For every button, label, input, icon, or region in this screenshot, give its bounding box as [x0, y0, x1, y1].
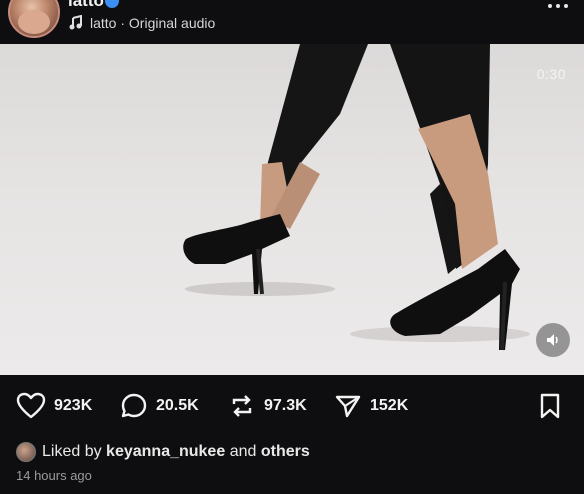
share-count: 152K [370, 397, 409, 414]
speaker-icon[interactable] [536, 323, 570, 357]
repost-button[interactable]: 97.3K [228, 391, 307, 421]
post-timestamp: 14 hours ago [16, 468, 92, 483]
liked-by-user[interactable]: keyanna_nukee [106, 443, 225, 460]
send-icon [335, 395, 361, 418]
username[interactable]: latto [68, 0, 104, 11]
repost-count: 97.3K [264, 397, 307, 414]
liked-by-prefix: Liked by [42, 443, 102, 460]
repost-icon [232, 395, 252, 417]
verified-badge-icon [105, 0, 119, 8]
profile-avatar[interactable] [8, 0, 60, 38]
video-frame [183, 44, 530, 351]
audio-label: latto · Original audio [90, 15, 216, 31]
more-options-icon[interactable] [548, 4, 568, 8]
liker-avatar [16, 442, 36, 462]
liked-by-row[interactable]: Liked by keyanna_nukee and others [16, 441, 310, 463]
like-count: 923K [54, 397, 93, 414]
audio-link[interactable]: latto · Original audio [68, 13, 215, 33]
like-button[interactable]: 923K [16, 391, 92, 421]
bookmark-icon [540, 393, 560, 419]
heart-icon [16, 392, 46, 419]
post-header: latto latto · Original audio [0, 0, 584, 44]
comment-bubble-icon [121, 393, 147, 418]
liked-by-middle: and [229, 443, 257, 460]
action-bar: 923K 20.5K 97.3K 152K [0, 375, 584, 439]
liked-by-others[interactable]: others [261, 443, 310, 460]
share-button[interactable]: 152K [334, 391, 408, 421]
comment-button[interactable]: 20.5K [120, 391, 199, 421]
video-player[interactable]: 0:30 [0, 44, 584, 375]
music-note-icon [69, 15, 82, 30]
comment-count: 20.5K [156, 397, 199, 414]
video-timer: 0:30 [536, 66, 566, 82]
save-button[interactable] [538, 392, 562, 425]
